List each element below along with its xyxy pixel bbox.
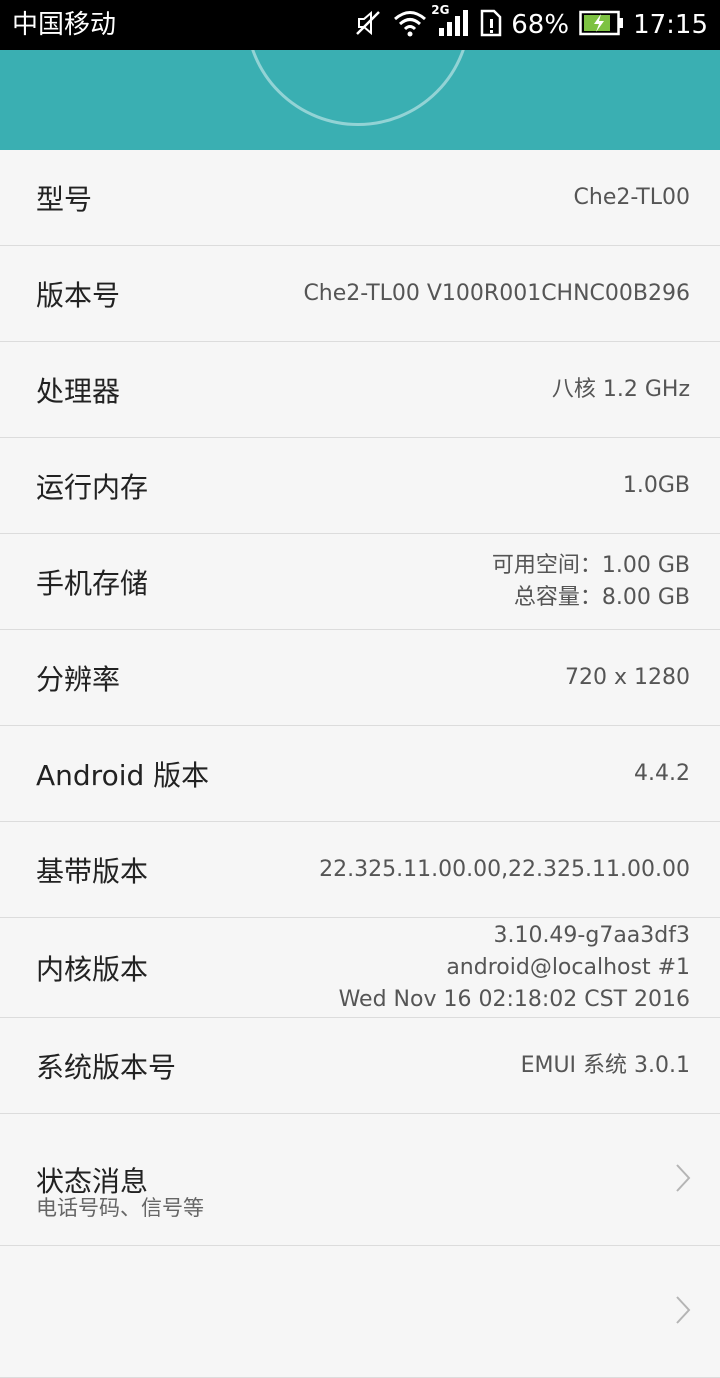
clock: 17:15 <box>633 10 708 40</box>
row-label: 运行内存 <box>36 470 149 504</box>
row-value-line: 可用空间：1.00 GB <box>491 552 690 578</box>
decorative-arc <box>245 50 471 126</box>
chevron-right-icon <box>674 1294 692 1330</box>
row-value: 可用空间：1.00 GB 总容量：8.00 GB <box>492 550 690 614</box>
device-info-list: 型号 Che2-TL00 版本号 Che2-TL00 V100R001CHNC0… <box>0 150 720 1378</box>
wifi-icon <box>393 9 427 41</box>
row-value-line: android@localhost #1 <box>446 954 690 980</box>
status-bar: 中国移动 2G 68% 17:15 <box>0 0 720 50</box>
row-value-line: 22.325.11.00.00,22.325.11.00.00 <box>319 856 690 882</box>
row-value-line: 4.4.2 <box>634 760 690 786</box>
mute-icon <box>353 8 383 42</box>
row-resolution: 分辨率 720 x 1280 <box>0 630 720 726</box>
row-processor: 处理器 八核 1.2 GHz <box>0 342 720 438</box>
row-value-line: 八核 1.2 GHz <box>551 376 690 402</box>
row-label: 型号 <box>36 182 93 216</box>
row-label: 版本号 <box>36 278 121 312</box>
row-storage: 手机存储 可用空间：1.00 GB 总容量：8.00 GB <box>0 534 720 630</box>
sim-icon <box>479 9 503 41</box>
row-model: 型号 Che2-TL00 <box>0 150 720 246</box>
row-label: 系统版本号 <box>36 1050 177 1084</box>
row-sublabel: 电话号码、信号等 <box>36 1196 204 1220</box>
row-kernel-version: 内核版本 3.10.49-g7aa3df3 android@localhost … <box>0 918 720 1018</box>
row-label: 处理器 <box>36 374 121 408</box>
network-type-label: 2G <box>431 3 450 17</box>
row-android-version[interactable]: Android 版本 4.4.2 <box>0 726 720 822</box>
row-value: EMUI 系统 3.0.1 <box>521 1050 690 1082</box>
row-label: Android 版本 <box>36 758 210 792</box>
row-value-line: 1.0GB <box>622 472 690 498</box>
header-banner <box>0 50 720 150</box>
row-label: 基带版本 <box>36 854 149 888</box>
battery-charging-icon <box>579 10 625 40</box>
row-value-line: 3.10.49-g7aa3df3 <box>493 922 690 948</box>
row-system-version: 系统版本号 EMUI 系统 3.0.1 <box>0 1018 720 1114</box>
battery-percent: 68% <box>511 10 570 40</box>
row-value: 720 x 1280 <box>565 662 690 694</box>
row-value-line: EMUI 系统 3.0.1 <box>520 1052 690 1078</box>
row-value: 八核 1.2 GHz <box>552 374 690 406</box>
chevron-right-icon <box>674 1162 692 1198</box>
row-value: 4.4.2 <box>634 758 690 790</box>
row-value-line: Che2-TL00 V100R001CHNC00B296 <box>303 280 690 306</box>
row-value-line: 720 x 1280 <box>565 664 690 690</box>
row-value: Che2-TL00 V100R001CHNC00B296 <box>303 278 690 310</box>
row-value: 1.0GB <box>623 470 690 502</box>
row-label: 分辨率 <box>36 662 121 696</box>
row-value-line: Wed Nov 16 02:18:02 CST 2016 <box>338 986 690 1012</box>
row-label: 手机存储 <box>36 566 149 600</box>
row-value-line: 总容量：8.00 GB <box>513 584 690 610</box>
row-label: 内核版本 <box>36 952 149 986</box>
row-ram: 运行内存 1.0GB <box>0 438 720 534</box>
carrier-name: 中国移动 <box>12 10 117 40</box>
row-baseband-version: 基带版本 22.325.11.00.00,22.325.11.00.00 <box>0 822 720 918</box>
row-build-number[interactable]: 版本号 Che2-TL00 V100R001CHNC00B296 <box>0 246 720 342</box>
row-value-line: Che2-TL00 <box>573 184 690 210</box>
row-next-partial[interactable] <box>0 1246 720 1378</box>
signal-icon: 2G <box>431 4 469 42</box>
row-status-info[interactable]: 状态消息 电话号码、信号等 <box>0 1114 720 1246</box>
status-icons: 2G 68% 17:15 <box>343 0 708 50</box>
row-value: 3.10.49-g7aa3df3 android@localhost #1 We… <box>339 920 690 1016</box>
row-value: Che2-TL00 <box>574 182 690 214</box>
row-value: 22.325.11.00.00,22.325.11.00.00 <box>319 854 690 886</box>
